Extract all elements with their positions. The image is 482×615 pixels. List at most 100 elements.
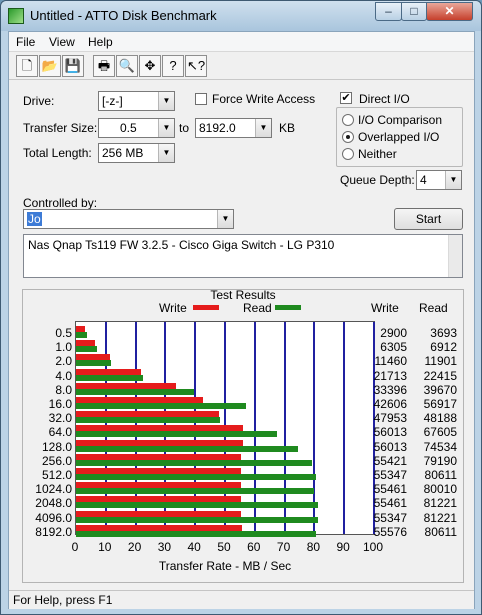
context-help-icon: ↖? xyxy=(186,58,206,73)
save-icon: 💾 xyxy=(64,58,82,73)
bar-read xyxy=(76,374,143,381)
read-value: 22415 xyxy=(423,368,457,383)
x-tick-label: 30 xyxy=(157,540,172,554)
bar-read xyxy=(76,346,97,353)
menu-help[interactable]: Help xyxy=(88,35,113,49)
category-label: 8192.0 xyxy=(35,524,72,539)
write-value: 56013 xyxy=(373,425,407,440)
bar-read xyxy=(76,488,315,495)
move-icon: ✥ xyxy=(144,58,156,73)
move-button[interactable]: ✥ xyxy=(139,55,161,77)
menu-bar: File View Help xyxy=(9,32,474,52)
drive-value: [-z-] xyxy=(102,94,123,108)
client-area: File View Help 🗋 📂 💾 🖶 🔍 ✥ ? ↖? Drive: [… xyxy=(8,31,475,609)
bar-read xyxy=(76,431,278,438)
save-button[interactable]: 💾 xyxy=(62,55,84,77)
io-comparison-radio[interactable] xyxy=(342,114,354,126)
chevron-down-icon: ▼ xyxy=(158,119,174,137)
force-write-label: Force Write Access xyxy=(212,92,316,106)
menu-file[interactable]: File xyxy=(16,35,35,49)
total-length-value: 256 MB xyxy=(102,146,144,160)
grid-line xyxy=(343,322,346,534)
category-label: 64.0 xyxy=(48,425,72,440)
transfer-to-select[interactable]: 8192.0 ▼ xyxy=(195,118,272,138)
description-field[interactable]: Nas Qnap Ts119 FW 3.2.5 - Cisco Giga Swi… xyxy=(23,234,463,278)
chevron-down-icon: ▼ xyxy=(158,144,174,162)
controlled-by-label: Controlled by: xyxy=(23,196,98,210)
help-button[interactable]: ? xyxy=(162,55,184,77)
category-label: 1024.0 xyxy=(35,482,72,497)
queue-depth-value: 4 xyxy=(420,173,427,187)
test-results-panel: Test Results Write Read Write Read 0.5 1.… xyxy=(22,288,464,583)
bar-read xyxy=(76,530,317,537)
bar-read xyxy=(76,332,87,338)
bar-read xyxy=(76,459,312,466)
overlapped-io-radio[interactable] xyxy=(342,131,354,143)
neither-radio[interactable] xyxy=(342,148,354,160)
category-label: 2048.0 xyxy=(35,496,72,511)
direct-io-checkbox[interactable]: ✔ xyxy=(340,92,352,104)
write-value: 55461 xyxy=(373,482,407,497)
category-label: 32.0 xyxy=(48,411,72,426)
read-value: 6912 xyxy=(430,340,457,355)
chevron-down-icon: ▼ xyxy=(217,210,233,228)
category-label: 1.0 xyxy=(55,340,72,355)
legend-write-swatch xyxy=(193,305,219,310)
category-label: 4096.0 xyxy=(35,510,72,525)
read-value: 80611 xyxy=(424,468,457,482)
read-value: 56917 xyxy=(423,397,457,411)
write-value: 6305 xyxy=(380,340,407,355)
write-value: 56013 xyxy=(373,439,407,454)
x-tick-label: 90 xyxy=(336,540,350,554)
read-value: 80010 xyxy=(423,482,457,497)
write-value: 33396 xyxy=(373,382,407,397)
controlled-by-value: Jo xyxy=(27,212,42,226)
bar-read xyxy=(76,417,220,424)
transfer-from-select[interactable]: 0.5 ▼ xyxy=(98,118,175,138)
start-button[interactable]: Start xyxy=(394,208,463,230)
status-bar: For Help, press F1 xyxy=(9,590,474,609)
total-length-label: Total Length: xyxy=(23,146,92,160)
results-title: Test Results xyxy=(210,288,276,302)
read-value: 81221 xyxy=(423,510,457,525)
toolbar: 🗋 📂 💾 🖶 🔍 ✥ ? ↖? xyxy=(9,52,474,80)
context-help-button[interactable]: ↖? xyxy=(185,55,207,77)
overlapped-io-label: Overlapped I/O xyxy=(358,130,440,144)
read-value: 39670 xyxy=(423,382,457,397)
bar-read xyxy=(76,403,246,409)
minimize-button[interactable]: – xyxy=(375,2,402,21)
app-window: Untitled - ATTO Disk Benchmark – □ ✕ Fil… xyxy=(0,0,482,615)
read-value: 3693 xyxy=(430,326,457,340)
title-bar[interactable]: Untitled - ATTO Disk Benchmark – □ ✕ xyxy=(1,1,481,31)
legend-read-swatch xyxy=(275,305,301,310)
bar-read xyxy=(76,445,299,452)
controlled-by-select[interactable]: Jo ▼ xyxy=(23,209,234,229)
new-button[interactable]: 🗋 xyxy=(16,55,38,77)
close-button[interactable]: ✕ xyxy=(426,2,473,21)
description-scrollbar[interactable] xyxy=(448,235,462,277)
open-button[interactable]: 📂 xyxy=(39,55,61,77)
maximize-button[interactable]: □ xyxy=(401,2,427,21)
read-value: 79190 xyxy=(423,453,457,468)
queue-depth-select[interactable]: 4 ▼ xyxy=(416,170,462,190)
category-label: 8.0 xyxy=(55,382,72,397)
bar-read xyxy=(76,474,317,480)
x-tick-label: 100 xyxy=(362,540,384,554)
write-value: 42606 xyxy=(373,397,407,411)
x-tick-label: 80 xyxy=(306,540,321,554)
write-value: 55347 xyxy=(373,468,407,482)
drive-select[interactable]: [-z-] ▼ xyxy=(98,91,175,111)
menu-view[interactable]: View xyxy=(49,35,75,49)
print-preview-button[interactable]: 🔍 xyxy=(116,55,138,77)
force-write-checkbox[interactable] xyxy=(195,93,207,105)
x-tick-label: 50 xyxy=(217,540,231,554)
new-icon: 🗋 xyxy=(21,58,33,73)
direct-io-label: Direct I/O xyxy=(359,92,410,106)
legend-read-label: Read xyxy=(243,301,272,315)
write-value: 55461 xyxy=(373,496,407,511)
write-value: 55421 xyxy=(373,453,407,468)
chevron-down-icon: ▼ xyxy=(445,171,461,189)
category-label: 16.0 xyxy=(48,397,72,411)
total-length-select[interactable]: 256 MB ▼ xyxy=(98,143,175,163)
print-button[interactable]: 🖶 xyxy=(93,55,115,77)
